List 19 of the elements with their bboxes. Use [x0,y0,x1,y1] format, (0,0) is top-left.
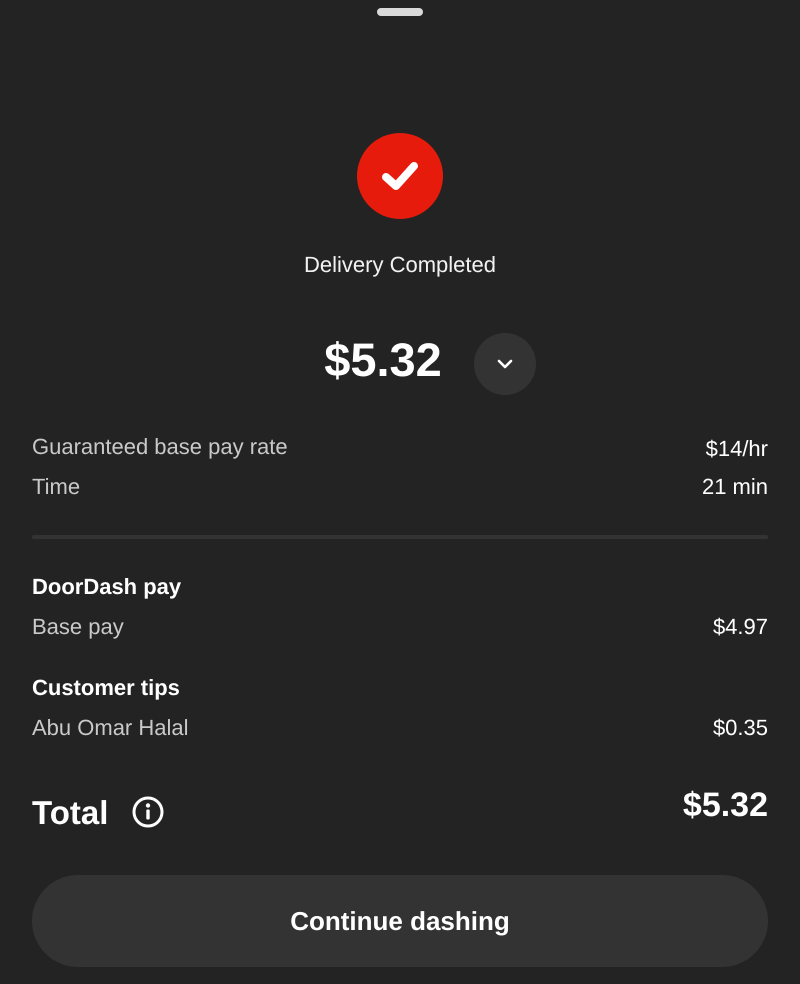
pay-item-label: Abu Omar Halal [32,715,189,741]
check-circle-icon [357,133,443,219]
chevron-down-icon [496,359,513,369]
continue-button[interactable]: Continue dashing [32,875,768,967]
section-title: DoorDash pay [32,573,182,601]
summary-value: $14/hr [706,436,768,462]
pay-item-value: $0.35 [712,715,768,741]
status-title: Delivery Completed [304,251,496,279]
section-title: Customer tips [32,674,181,702]
summary-label: Time [32,474,80,500]
earnings-amount: $5.32 [324,332,442,388]
total-amount: $5.32 [682,786,768,824]
total-label: Total [32,794,108,832]
drag-handle[interactable] [377,8,423,16]
pay-item-value: $4.97 [712,614,768,640]
info-icon[interactable] [132,796,164,828]
summary-label: Guaranteed base pay rate [32,434,288,460]
summary-value: 21 min [702,474,768,500]
pay-item-label: Base pay [32,614,124,640]
